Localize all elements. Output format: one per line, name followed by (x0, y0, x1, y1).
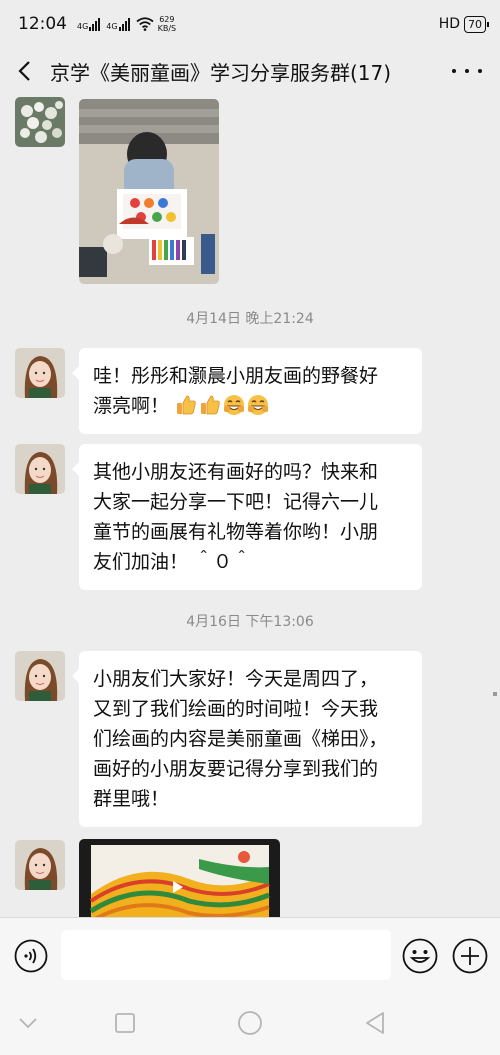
battery-icon: 70 (464, 15, 489, 33)
message-text: 漂亮啊！ (93, 395, 170, 417)
message-text: 友们加油！ ＾０＾ (93, 551, 252, 573)
more-options-button[interactable] (452, 58, 482, 84)
timestamp: 4月16日 下午13:06 (186, 614, 314, 630)
avatar[interactable] (15, 348, 65, 398)
back-triangle-icon[interactable] (359, 1007, 391, 1039)
message-bubble[interactable]: 其他小朋友还有画好的吗？快来和 大家一起分享一下吧！记得六一儿 童节的画展有礼物… (72, 444, 422, 590)
thumbs-up-icon (201, 395, 220, 415)
back-button[interactable] (0, 48, 48, 94)
photo-image (79, 99, 219, 284)
message-bubble[interactable]: 小朋友们大家好！今天是周四了， 又到了我们绘画的时间啦！今天我 们绘画的内容是美… (72, 651, 422, 827)
teacher-avatar-image (15, 651, 65, 701)
grin-emoji-icon (224, 395, 245, 415)
more-dots-icon (452, 69, 456, 73)
home-icon[interactable] (234, 1007, 266, 1039)
teacher-avatar-image (15, 348, 65, 398)
system-navigation-bar (0, 993, 500, 1055)
message-bubble[interactable]: 哇！彤彤和灏晨小朋友画的野餐好 漂亮啊！ (72, 348, 422, 434)
hd-indicator: HD (438, 16, 460, 32)
chevron-left-icon (18, 61, 30, 81)
message-text: 其他小朋友还有画好的吗？快来和 (93, 461, 379, 483)
teacher-avatar-image (15, 444, 65, 494)
teacher-avatar-image (15, 840, 65, 890)
network-speed: 629 KB/S (157, 15, 177, 33)
add-icon[interactable] (452, 938, 488, 974)
emoji-icon[interactable] (402, 938, 438, 974)
terraced-field-painting-image (79, 839, 280, 917)
scroll-indicator (493, 692, 497, 696)
signal-indicator-1: 4G (77, 17, 101, 31)
avatar[interactable] (15, 651, 65, 701)
message-text: 大家一起分享一下吧！记得六一儿 (93, 491, 379, 513)
message-text: 童节的画展有礼物等着你哟！小朋 (93, 521, 379, 543)
signal-indicator-2: 4G (106, 17, 130, 31)
avatar[interactable] (15, 444, 65, 494)
message-text: 们绘画的内容是美丽童画《梯田》， (93, 728, 388, 750)
message-text: 群里哦！ (93, 788, 170, 810)
chat-header: 京学《美丽童画》学习分享服务群(17) (0, 48, 500, 94)
wifi-icon (136, 17, 154, 31)
input-bar (0, 917, 500, 993)
avatar[interactable] (15, 840, 65, 890)
recent-apps-icon[interactable] (109, 1007, 141, 1039)
flower-avatar-image (15, 97, 65, 147)
message-text: 又到了我们绘画的时间啦！今天我 (93, 698, 379, 720)
message-input[interactable] (61, 930, 391, 980)
video-message-thumbnail[interactable] (79, 839, 280, 917)
grin-emoji-icon (248, 395, 269, 415)
message-list[interactable]: 4月14日 晚上21:24 哇！彤彤和灏晨小朋友画的野餐好 漂亮啊！ 其他小朋友… (0, 94, 500, 917)
timestamp: 4月14日 晚上21:24 (186, 311, 314, 327)
avatar[interactable] (15, 97, 65, 147)
shared-photo-child-painting[interactable] (79, 99, 219, 284)
message-text: 画好的小朋友要记得分享到我们的 (93, 758, 379, 780)
chat-title: 京学《美丽童画》学习分享服务群(17) (50, 60, 392, 85)
message-text: 小朋友们大家好！今天是周四了， (93, 668, 379, 690)
chevron-down-icon[interactable] (12, 1007, 44, 1039)
voice-input-icon[interactable] (14, 939, 48, 973)
clock: 12:04 (18, 14, 67, 34)
thumbs-up-icon (177, 395, 196, 415)
status-bar: 12:04 4G 4G 629 KB/S HD 70 (0, 0, 500, 48)
message-text: 哇！彤彤和灏晨小朋友画的野餐好 (93, 365, 379, 387)
